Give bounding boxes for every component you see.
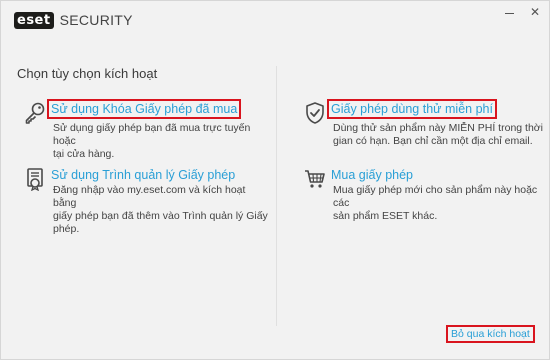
skip-activation-link[interactable]: Bỏ qua kích hoạt bbox=[446, 325, 535, 343]
logo-badge: eset bbox=[14, 11, 54, 29]
title-bar: eset SECURITY ✕ bbox=[1, 1, 549, 41]
column-divider bbox=[276, 66, 277, 326]
minimize-icon bbox=[504, 12, 514, 14]
description-line: giấy phép bạn đã thêm vào Trình quản lý … bbox=[53, 210, 268, 222]
key-icon bbox=[25, 102, 45, 124]
page-title: Chọn tùy chọn kích hoạt bbox=[17, 66, 158, 81]
description-line: tại cửa hàng. bbox=[53, 148, 115, 160]
description-line: Đăng nhập vào my.eset.com và kích hoạt b… bbox=[53, 184, 246, 209]
description-line: Mua giấy phép mới cho sản phẩm này hoặc … bbox=[333, 184, 538, 209]
option-buy-license: Mua giấy phép Mua giấy phép mới cho sản … bbox=[303, 167, 543, 222]
activation-window: eset SECURITY ✕ Chọn tùy chọn kích hoạt … bbox=[0, 0, 550, 360]
close-button[interactable]: ✕ bbox=[524, 3, 546, 21]
eset-logo: eset SECURITY bbox=[14, 11, 133, 29]
logo-text: SECURITY bbox=[59, 12, 133, 28]
option-free-trial: Giấy phép dùng thử miễn phí Dùng thử sản… bbox=[303, 99, 543, 151]
license-manager-icon bbox=[27, 168, 43, 191]
option-use-license-key: Sử dụng Khóa Giấy phép đã mua Sử dụng gi… bbox=[23, 99, 263, 160]
option-license-manager: Sử dụng Trình quản lý Giấy phép Đăng nhậ… bbox=[23, 167, 268, 235]
description-line: Dùng thử sản phẩm này MIỄN PHÍ trong thờ… bbox=[333, 122, 544, 134]
description-line: gian có hạn. Bạn chỉ cần một địa chỉ ema… bbox=[333, 135, 533, 147]
shield-check-icon bbox=[306, 102, 324, 124]
free-trial-description: Dùng thử sản phẩm này MIỄN PHÍ trong thờ… bbox=[333, 122, 548, 148]
use-license-key-description: Sử dụng giấy phép bạn đã mua trực tuyến … bbox=[53, 122, 268, 161]
minimize-button[interactable] bbox=[498, 3, 520, 21]
free-trial-link[interactable]: Giấy phép dùng thử miễn phí bbox=[327, 99, 497, 119]
cart-icon bbox=[305, 170, 325, 188]
description-line: sản phẩm ESET khác. bbox=[333, 210, 438, 222]
license-manager-link[interactable]: Sử dụng Trình quản lý Giấy phép bbox=[49, 167, 237, 183]
use-license-key-link[interactable]: Sử dụng Khóa Giấy phép đã mua bbox=[47, 99, 242, 119]
buy-license-link[interactable]: Mua giấy phép bbox=[329, 167, 415, 183]
description-line: phép. bbox=[53, 223, 80, 235]
description-line: Sử dụng giấy phép bạn đã mua trực tuyến … bbox=[53, 122, 251, 147]
license-manager-description: Đăng nhập vào my.eset.com và kích hoạt b… bbox=[53, 184, 268, 236]
close-icon: ✕ bbox=[529, 5, 541, 19]
buy-license-description: Mua giấy phép mới cho sản phẩm này hoặc … bbox=[333, 184, 548, 223]
